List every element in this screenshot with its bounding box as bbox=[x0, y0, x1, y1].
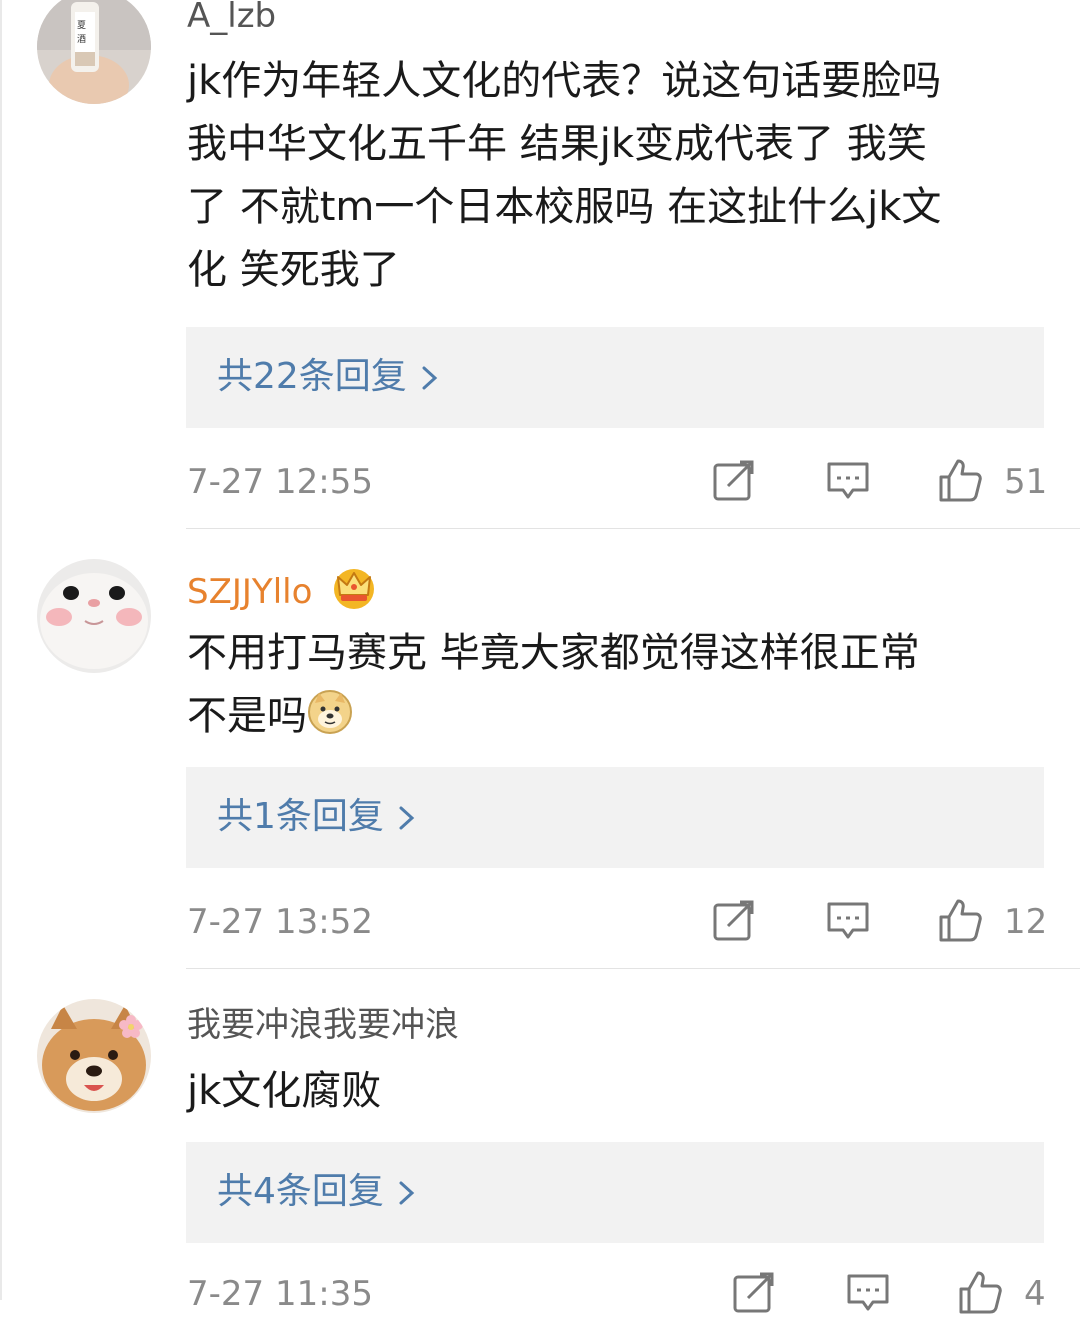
replies-count-label: 共4条回复 bbox=[217, 1171, 384, 1212]
share-icon[interactable] bbox=[712, 458, 756, 502]
comment-icon[interactable] bbox=[826, 458, 870, 502]
comment-line: jk文化腐败 bbox=[187, 1068, 382, 1114]
crown-icon bbox=[334, 569, 375, 609]
doge-emoji bbox=[308, 690, 352, 734]
username-text: SZJJYllo bbox=[187, 572, 313, 612]
comment-actions: 7-27 11:35 4 bbox=[0, 1270, 1080, 1320]
timestamp: 7-27 12:55 bbox=[187, 462, 373, 502]
divider bbox=[186, 528, 1080, 529]
comment-text: jk文化腐败 bbox=[187, 1060, 1047, 1123]
comment-text: 不用打马赛克 毕竟大家都觉得这样很正常 不是吗 bbox=[187, 622, 1047, 748]
comment-line: 不是吗 bbox=[187, 685, 1047, 748]
svg-text:酒: 酒 bbox=[77, 34, 86, 45]
comment-line: 不用打马赛克 毕竟大家都觉得这样很正常 bbox=[187, 630, 920, 676]
timestamp: 7-27 13:52 bbox=[187, 902, 373, 942]
comment-actions: 7-27 12:55 51 bbox=[0, 458, 1080, 508]
thumbs-up-icon[interactable] bbox=[938, 458, 982, 502]
like-count: 12 bbox=[1004, 902, 1048, 942]
comment-line: 化 笑死我了 bbox=[187, 247, 400, 293]
thumbs-up-icon[interactable] bbox=[958, 1270, 1002, 1314]
avatar[interactable] bbox=[37, 559, 151, 673]
replies-count-label: 共22条回复 bbox=[217, 356, 407, 397]
avatar[interactable] bbox=[37, 999, 151, 1113]
username[interactable]: A_lzb bbox=[187, 0, 276, 36]
view-replies-button[interactable]: 共22条回复 bbox=[186, 327, 1044, 428]
svg-text:夏: 夏 bbox=[77, 20, 86, 31]
thumbs-up-icon[interactable] bbox=[938, 898, 982, 942]
comment-text: jk作为年轻人文化的代表？说这句话要脸吗 我中华文化五千年 结果jk变成代表了 … bbox=[187, 50, 1047, 302]
view-replies-button[interactable]: 共1条回复 bbox=[186, 767, 1044, 868]
chevron-right-icon bbox=[399, 1181, 415, 1205]
replies-count-label: 共1条回复 bbox=[217, 796, 384, 837]
like-count: 4 bbox=[1024, 1274, 1046, 1314]
timestamp: 7-27 11:35 bbox=[187, 1274, 373, 1314]
divider bbox=[186, 968, 1080, 969]
left-edge bbox=[0, 0, 2, 1300]
comment-icon[interactable] bbox=[846, 1270, 890, 1314]
username[interactable]: 我要冲浪我要冲浪 bbox=[187, 1005, 459, 1045]
share-icon[interactable] bbox=[712, 898, 756, 942]
avatar[interactable]: 夏 酒 bbox=[37, 0, 151, 104]
username[interactable]: SZJJYllo bbox=[187, 565, 377, 612]
comment-line: 了 不就tm一个日本校服吗 在这扯什么jk文 bbox=[187, 184, 942, 230]
comment-actions: 7-27 13:52 12 bbox=[0, 898, 1080, 948]
comment-line: jk作为年轻人文化的代表？说这句话要脸吗 bbox=[187, 58, 942, 104]
like-count: 51 bbox=[1004, 462, 1048, 502]
view-replies-button[interactable]: 共4条回复 bbox=[186, 1142, 1044, 1243]
chevron-right-icon bbox=[399, 806, 415, 830]
comment-line: 我中华文化五千年 结果jk变成代表了 我笑 bbox=[187, 121, 927, 167]
chevron-right-icon bbox=[422, 366, 438, 390]
share-icon[interactable] bbox=[732, 1270, 776, 1314]
comment-icon[interactable] bbox=[826, 898, 870, 942]
